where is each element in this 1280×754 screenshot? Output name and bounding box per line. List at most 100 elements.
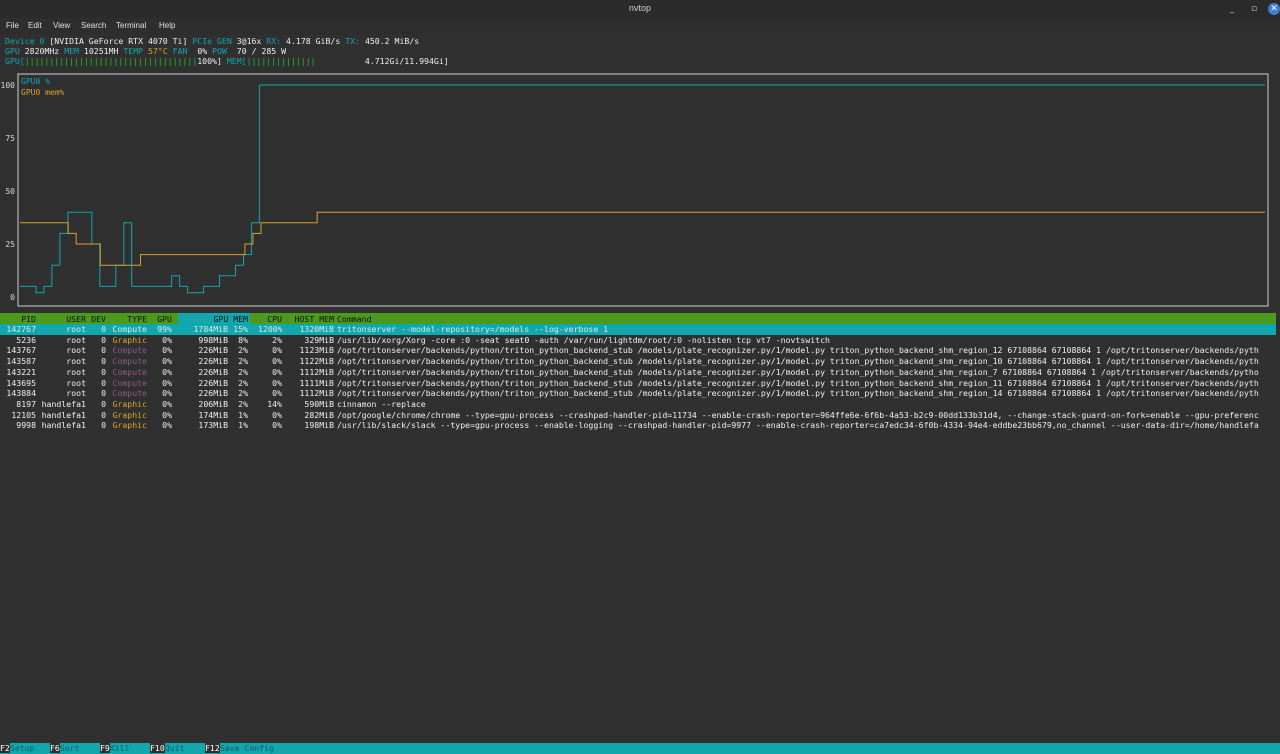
tx-value: 450.2 MiB/s — [364, 36, 420, 46]
gpu-mem-percent-cell: 2% — [238, 398, 248, 409]
user-cell: handlefa1 — [41, 420, 86, 431]
process-row[interactable]: 9998 handlefa1 0 Graphic 0% 173MiB 1% 0% 198MiB /… — [0, 420, 1276, 431]
menu-search[interactable]: Search — [81, 21, 106, 30]
f6-key-label: F6 — [50, 743, 60, 753]
gpu-cell: 0% — [162, 409, 172, 420]
process-row[interactable]: 143587 root 0 Compute 0% 226MiB 2% 0% 1122MiB/op… — [0, 356, 1276, 367]
command-cell: /usr/lib/xorg/Xorg -core :0 -seat seat0 … — [337, 334, 830, 345]
command-cell: /opt/tritonserver/backends/python/triton… — [337, 356, 1259, 367]
temp-value: 57°C — [148, 46, 168, 56]
host-mem-cell: 329MiB — [304, 334, 334, 345]
process-table-header: PID USER DEV TYPE GPU GPU MEM CPU HOST M… — [0, 313, 1276, 324]
menu-file[interactable]: File — [6, 21, 19, 30]
dev-cell: 0 — [101, 398, 106, 409]
header-command[interactable]: Command — [337, 314, 372, 324]
header-gpu[interactable]: GPU — [150, 314, 172, 324]
gpu-cell: 0% — [162, 345, 172, 356]
header-dev[interactable]: DEV — [88, 314, 106, 324]
menu-help[interactable]: Help — [159, 21, 175, 30]
process-row[interactable]: 5236 root 0 Graphic 0% 998MiB 8% 2% 329MiB/usr/l… — [0, 335, 1276, 346]
process-row[interactable]: 8197 handlefa1 0 Graphic 0% 206MiB 2% 14% 590MiB… — [0, 399, 1276, 410]
type-cell: Graphic — [112, 420, 147, 431]
host-mem-cell: 282MiB — [304, 409, 334, 420]
mem-util-bar: |||||||||||||| — [246, 56, 316, 66]
device-name: [NVIDIA GeForce RTX 4070 Ti] — [49, 36, 188, 46]
header-user[interactable]: USER — [55, 314, 86, 324]
cpu-cell: 1200% — [258, 324, 282, 334]
y-tick-label: 75 — [5, 134, 15, 143]
f10-quit-key[interactable]: F10Quit — [150, 743, 185, 754]
header-host-mem[interactable]: HOST MEM — [289, 314, 334, 324]
host-mem-cell: 1112MiB — [299, 366, 334, 377]
pcie-value: 3@16x — [236, 36, 262, 46]
menu-view[interactable]: View — [53, 21, 70, 30]
type-cell: Graphic — [112, 398, 147, 409]
window-title: nvtop — [628, 3, 652, 13]
type-cell: Compute — [112, 324, 147, 334]
command-cell: tritonserver --model-repository=/models … — [337, 324, 609, 334]
f9-kill-key[interactable]: F9Kill — [100, 743, 130, 754]
f12-save-config-key[interactable]: F12Save Config — [205, 743, 274, 754]
header-gpu-mem[interactable]: GPU MEM — [190, 314, 248, 324]
command-cell: /opt/tritonserver/backends/python/triton… — [337, 366, 1259, 377]
close-button[interactable]: ✕ — [1268, 3, 1280, 15]
gpu-mem-cell: 174MiB — [198, 409, 228, 420]
header-pid[interactable]: PID — [5, 314, 36, 324]
tx-label: TX: — [345, 36, 361, 46]
dev-cell: 0 — [101, 334, 106, 345]
f9-action-label: Kill — [109, 743, 130, 753]
dev-cell: 0 — [101, 345, 106, 356]
gpu-cell: 0% — [162, 388, 172, 399]
header-cpu[interactable]: CPU — [260, 314, 282, 324]
cpu-cell: 2% — [272, 334, 282, 345]
f2-setup-key[interactable]: F2Setup — [0, 743, 35, 754]
pow-value: 70 / 285 W — [236, 46, 287, 56]
process-row[interactable]: 12105 handlefa1 0 Graphic 0% 174MiB 1% 0% 282MiB… — [0, 410, 1276, 421]
f12-action-label: Save Config — [219, 743, 275, 753]
user-cell: handlefa1 — [41, 398, 86, 409]
rx-value: 4.178 GiB/s — [286, 36, 341, 46]
maximize-button[interactable]: ▫ — [1248, 3, 1260, 15]
command-cell: /opt/tritonserver/backends/python/triton… — [337, 345, 1259, 356]
y-tick-label: 50 — [5, 187, 15, 196]
gpu-cell: 0% — [162, 420, 172, 431]
gpu-usage-chart: 100 75 50 25 0 GPU0 % GPU0 mem% — [1, 73, 1269, 307]
process-row[interactable]: 143767 root 0 Compute 0% 226MiB 2% 0% 1123MiB/op… — [0, 345, 1276, 356]
user-cell: root — [66, 356, 86, 367]
header-type[interactable]: TYPE — [110, 314, 147, 324]
user-cell: root — [66, 377, 86, 388]
menu-terminal[interactable]: Terminal — [116, 21, 146, 30]
selected-process-row[interactable]: 142767 root 0 Compute 99% 1784MiB 15% 1200% 1320… — [0, 324, 1276, 335]
user-cell: root — [66, 366, 86, 377]
command-cell: /usr/lib/slack/slack --type=gpu-process … — [337, 420, 1259, 431]
process-row[interactable]: 143884 root 0 Compute 0% 226MiB 2% 0% 1112MiB/op… — [0, 388, 1276, 399]
cpu-cell: 14% — [267, 398, 282, 409]
mem-util-value: 4.712Gi/11.994Gi] — [364, 56, 449, 66]
title-bar: nvtop _ ▫ ✕ — [0, 0, 1280, 18]
menu-edit[interactable]: Edit — [28, 21, 42, 30]
process-row[interactable]: 143221 root 0 Compute 0% 226MiB 2% 0% 1112MiB/op… — [0, 367, 1276, 378]
pow-label: POW — [212, 46, 227, 56]
f10-key-label: F10 — [150, 743, 165, 753]
pid-cell: 143221 — [6, 366, 36, 377]
terminal[interactable]: Device 0 [NVIDIA GeForce RTX 4070 Ti] PC… — [0, 35, 1280, 754]
host-mem-cell: 198MiB — [304, 420, 334, 431]
command-cell: /opt/tritonserver/backends/python/triton… — [337, 388, 1259, 399]
process-row[interactable]: 143695 root 0 Compute 0% 226MiB 2% 0% 1111MiB/op… — [0, 378, 1276, 389]
gpu-mem-cell: 226MiB — [198, 377, 228, 388]
gpu-util-value: 100%] — [197, 56, 222, 66]
chart-frame — [17, 73, 1269, 307]
gpu-mem-cell: 226MiB — [198, 356, 228, 367]
function-key-bar: F2Setup F6Sort F9Kill F10Quit F12Save Co… — [0, 743, 1280, 754]
cpu-cell: 0% — [272, 366, 282, 377]
minimize-button[interactable]: _ — [1226, 3, 1238, 15]
pid-cell: 8197 — [16, 398, 36, 409]
gpu-cell: 0% — [162, 356, 172, 367]
host-mem-cell: 1112MiB — [299, 388, 334, 399]
gpu-mem-percent-cell: 2% — [238, 377, 248, 388]
gpu-mem-cell: 1784MiB — [193, 324, 228, 334]
cpu-cell: 0% — [272, 420, 282, 431]
f6-sort-key[interactable]: F6Sort — [50, 743, 80, 754]
gpu-mem-percent-cell: 2% — [238, 366, 248, 377]
command-cell: cinnamon --replace — [337, 398, 426, 409]
